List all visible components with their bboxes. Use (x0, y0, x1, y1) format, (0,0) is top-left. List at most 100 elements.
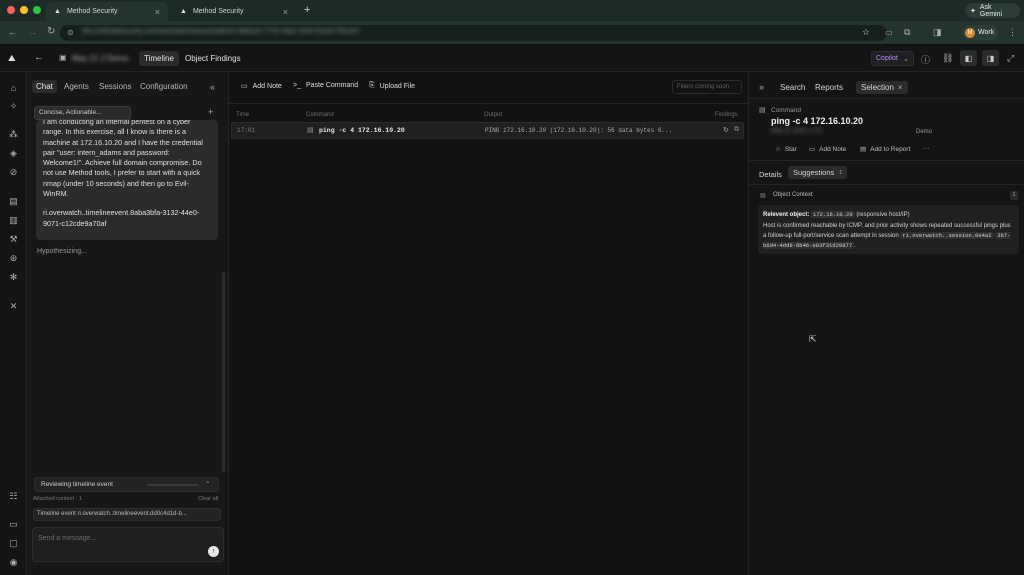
fullscreen-icon[interactable]: ⤢ (1007, 53, 1014, 64)
tab-agents[interactable]: Agents (60, 80, 93, 93)
tab-object-findings[interactable]: Object Findings (180, 51, 246, 66)
cast-icon[interactable]: ▭ (885, 28, 893, 37)
back-arrow-icon[interactable]: ← (34, 52, 44, 63)
toolbar-divider (229, 103, 749, 104)
divider (749, 160, 1024, 161)
extensions-icon[interactable]: ⧉ (904, 27, 910, 38)
row-time: 17:01 (237, 127, 256, 134)
progress-bar (147, 484, 199, 486)
copy-icon[interactable]: ⧉ (734, 126, 739, 134)
method-logo-icon: ▲ (180, 8, 187, 15)
info-icon[interactable]: ⓘ (921, 53, 930, 66)
tab-selection[interactable]: Selection × (856, 81, 908, 94)
add-note-button[interactable]: ▭ Add Note (809, 145, 846, 154)
monitor-icon[interactable]: ▭ (8, 519, 19, 530)
chat-panel: Chat Agents Sessions Configuration « Con… (27, 72, 229, 575)
chat-scrollbar[interactable] (222, 272, 225, 472)
browser-tab-active[interactable]: ▲ Method Security × (46, 2, 168, 21)
minimize-window-button[interactable] (20, 6, 28, 14)
context-icon: ▤ (760, 193, 766, 199)
tab-details[interactable]: Details (754, 168, 787, 181)
reviewing-banner[interactable]: Reviewing timeline event ⌃ (34, 477, 219, 492)
left-panel-toggle-icon[interactable]: ◧ (960, 50, 977, 66)
column-output: Output (484, 112, 503, 118)
relevant-label: Relevent object: (763, 212, 810, 218)
close-tab-icon[interactable]: × (898, 83, 903, 92)
terminal-icon: >_ (293, 82, 301, 89)
timeline-panel: ▭ Add Note >_ Paste Command ⎘ Upload File F… (229, 72, 749, 575)
profile-button[interactable]: M Work (962, 25, 998, 40)
context-chip[interactable]: Timeline event ri.overwatch..timelineeve… (33, 508, 221, 521)
zoom-window-button[interactable] (33, 6, 41, 14)
response-mode-select[interactable]: Concise, Actionable... (34, 106, 131, 120)
app-logo-icon: ⛰ (8, 53, 16, 63)
tab-search[interactable]: Search (775, 81, 810, 94)
chat-icon[interactable]: ▢ (8, 538, 19, 549)
new-tab-button[interactable]: + (304, 4, 310, 16)
tab-sessions[interactable]: Sessions (95, 80, 135, 93)
copilot-select[interactable]: Copilot ⌄ (871, 51, 914, 66)
menu-kebab-icon[interactable]: ⋮ (1008, 27, 1017, 38)
tab-configuration[interactable]: Configuration (136, 80, 192, 93)
tool-icon[interactable]: ⚒ (8, 234, 19, 245)
column-findings: Findings (715, 112, 738, 118)
chevron-up-icon: ⌃ (205, 481, 211, 488)
close-tab-icon[interactable]: × (283, 7, 288, 17)
ask-gemini-button[interactable]: ✦ Ask Gemini (965, 3, 1020, 18)
puzzle-icon[interactable]: ✻ (8, 272, 19, 283)
tab-suggestions[interactable]: Suggestions 1 (788, 166, 848, 179)
address-bar[interactable]: ⊜ dev.methodsecurity.com/overwatch/sessi… (60, 25, 887, 41)
reviewing-label: Reviewing timeline event (41, 481, 113, 488)
sidepanel-icon[interactable]: ◨ (933, 27, 942, 38)
sparkle-icon[interactable]: ✧ (8, 101, 19, 112)
target-icon[interactable]: ◈ (8, 148, 19, 159)
network-icon[interactable]: ⁂ (8, 129, 19, 140)
home-icon[interactable]: ⌂ (8, 82, 19, 93)
add-to-report-button[interactable]: ▤ Add to Report (860, 145, 910, 154)
star-button[interactable]: ☆ Star (775, 145, 797, 154)
document-icon[interactable]: ▤ (8, 196, 19, 207)
refresh-icon[interactable]: ↻ (723, 126, 729, 134)
add-note-button[interactable]: ▭ Add Note (241, 82, 282, 91)
compass-icon[interactable]: ⊘ (8, 167, 19, 178)
sliders-icon[interactable]: ☷ (8, 491, 19, 502)
more-options-button[interactable]: ··· (923, 145, 930, 152)
mouse-cursor-icon: ⇱ (809, 334, 817, 344)
tab-timeline[interactable]: Timeline (139, 51, 179, 66)
add-context-button[interactable]: + (208, 107, 213, 117)
row-command: ping -c 4 172.16.10.20 (319, 127, 405, 134)
site-info-icon[interactable]: ⊜ (67, 28, 74, 37)
browser-tab[interactable]: ▲ Method Security × (172, 2, 296, 21)
avatar: M (965, 27, 975, 38)
terminal-icon: ▤ (307, 127, 314, 134)
collapse-chat-icon[interactable]: « (210, 82, 215, 92)
upload-file-button[interactable]: ⎘ Upload File (369, 82, 415, 90)
right-panel-toggle-icon[interactable]: ◨ (982, 50, 999, 66)
app-header: ⛰ ← ▣ May 21 2 Demo Timeline Object Find… (0, 45, 1024, 72)
close-tab-icon[interactable]: × (155, 7, 160, 17)
object-title: ping -c 4 172.16.10.20 (771, 116, 864, 126)
link-icon[interactable]: ⛓ (942, 53, 953, 64)
shield-icon[interactable]: ⊛ (8, 253, 19, 264)
message-text: I am conducting an internal pentest on a… (43, 120, 203, 199)
message-input[interactable]: Send a message... ↑ (32, 527, 224, 562)
expand-panel-icon[interactable]: » (759, 82, 764, 92)
filter-input[interactable]: Filters coming soon (672, 80, 742, 94)
forward-icon[interactable]: → (28, 27, 37, 37)
cross-tools-icon[interactable]: ✕ (8, 301, 19, 312)
bookmark-star-icon[interactable]: ☆ (862, 27, 870, 38)
send-arrow-icon[interactable]: ↑ (208, 546, 219, 557)
chart-icon[interactable]: ▥ (8, 215, 19, 226)
tab-chat[interactable]: Chat (32, 80, 57, 93)
user-icon[interactable]: ◉ (8, 557, 19, 568)
table-row[interactable]: 17:01 ▤ ping -c 4 172.16.10.20 PING 172.… (231, 122, 744, 139)
tab-reports[interactable]: Reports (810, 81, 848, 94)
upload-file-label: Upload File (379, 82, 416, 90)
close-window-button[interactable] (7, 6, 15, 14)
user-message: I am conducting an internal pentest on a… (36, 120, 218, 240)
clear-all-button[interactable]: Clear all (198, 496, 218, 502)
paste-command-button[interactable]: >_ Paste Command (293, 82, 358, 89)
reload-icon[interactable]: ↻ (47, 26, 55, 37)
back-icon[interactable]: ← (8, 27, 17, 37)
star-icon: ☆ (775, 146, 781, 153)
